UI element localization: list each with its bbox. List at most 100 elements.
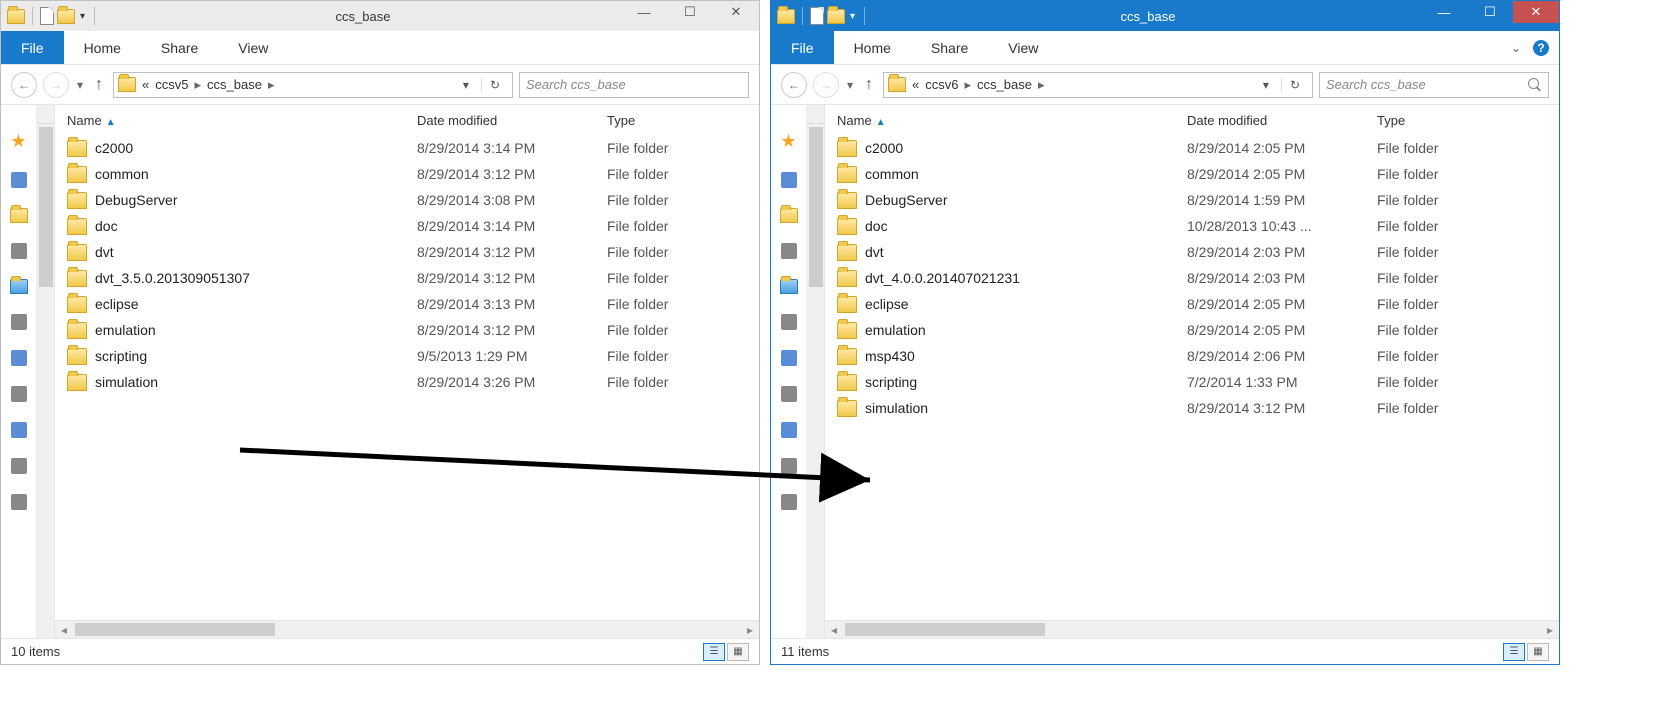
nav-item-icon[interactable] — [11, 243, 27, 259]
icons-view-button[interactable]: ▦ — [1527, 643, 1549, 661]
file-row[interactable]: DebugServer8/29/2014 3:08 PMFile folder — [55, 187, 759, 213]
help-icon[interactable]: ? — [1529, 31, 1553, 64]
column-headers[interactable]: Name▲ Date modified Type — [825, 105, 1559, 135]
file-row[interactable]: eclipse8/29/2014 2:05 PMFile folder — [825, 291, 1559, 317]
file-row[interactable]: doc8/29/2014 3:14 PMFile folder — [55, 213, 759, 239]
navpane-scrollbar[interactable] — [807, 105, 825, 638]
breadcrumb-box[interactable]: « ccsv6 ▸ ccs_base ▸ ▾ ↻ — [883, 72, 1313, 98]
breadcrumb-current[interactable]: ccs_base — [207, 77, 262, 92]
file-row[interactable]: dvt8/29/2014 3:12 PMFile folder — [55, 239, 759, 265]
file-row[interactable]: emulation8/29/2014 3:12 PMFile folder — [55, 317, 759, 343]
nav-item-icon[interactable] — [11, 350, 27, 366]
breadcrumb-parent[interactable]: ccsv6 — [925, 77, 958, 92]
chevron-right-icon[interactable]: ▸ — [268, 77, 275, 93]
file-row[interactable]: dvt8/29/2014 2:03 PMFile folder — [825, 239, 1559, 265]
nav-item-icon[interactable] — [11, 314, 27, 330]
share-tab[interactable]: Share — [141, 31, 218, 64]
nav-pane[interactable]: ★ — [1, 105, 37, 638]
file-row[interactable]: common8/29/2014 3:12 PMFile folder — [55, 161, 759, 187]
chevron-right-icon[interactable]: ▸ — [1038, 77, 1045, 93]
computer-icon[interactable] — [11, 458, 27, 474]
history-dropdown-icon[interactable]: ▾ — [75, 78, 85, 92]
nav-item-icon[interactable] — [781, 172, 797, 188]
file-row[interactable]: scripting9/5/2013 1:29 PMFile folder — [55, 343, 759, 369]
folder-icon[interactable] — [780, 208, 798, 223]
minimize-button[interactable]: — — [1421, 1, 1467, 23]
column-date-modified[interactable]: Date modified — [1175, 113, 1365, 128]
column-name[interactable]: Name▲ — [825, 113, 1175, 128]
qat-dropdown-icon[interactable]: ▾ — [78, 11, 87, 22]
file-row[interactable]: c20008/29/2014 2:05 PMFile folder — [825, 135, 1559, 161]
horizontal-scrollbar[interactable]: ◂ ▸ — [55, 620, 759, 638]
nav-item-icon[interactable] — [781, 386, 797, 402]
column-date-modified[interactable]: Date modified — [405, 113, 595, 128]
properties-icon[interactable] — [810, 7, 824, 25]
favorites-icon[interactable]: ★ — [10, 131, 26, 152]
chevron-right-icon[interactable]: ▸ — [195, 77, 202, 93]
file-row[interactable]: eclipse8/29/2014 3:13 PMFile folder — [55, 291, 759, 317]
titlebar[interactable]: ▾ ccs_base — ☐ ✕ — [771, 1, 1559, 31]
scroll-right-icon[interactable]: ▸ — [741, 621, 759, 638]
nav-pane[interactable]: ★ — [771, 105, 807, 638]
back-button[interactable]: ← — [11, 72, 37, 98]
folder-icon[interactable] — [10, 208, 28, 223]
chevron-right-icon[interactable]: ▸ — [965, 77, 972, 93]
refresh-button[interactable]: ↻ — [481, 78, 508, 92]
close-button[interactable]: ✕ — [1513, 1, 1559, 23]
titlebar[interactable]: ▾ ccs_base — ☐ ✕ — [1, 1, 759, 31]
file-row[interactable]: dvt_3.5.0.2013090513078/29/2014 3:12 PMF… — [55, 265, 759, 291]
nav-item-icon[interactable] — [781, 314, 797, 330]
column-type[interactable]: Type — [1365, 113, 1559, 128]
navpane-scrollbar[interactable] — [37, 105, 55, 638]
nav-item-icon[interactable] — [781, 350, 797, 366]
minimize-button[interactable]: — — [621, 1, 667, 23]
horizontal-scrollbar[interactable]: ◂ ▸ — [825, 620, 1559, 638]
file-row[interactable]: dvt_4.0.0.2014070212318/29/2014 2:03 PMF… — [825, 265, 1559, 291]
file-list[interactable]: c20008/29/2014 3:14 PMFile foldercommon8… — [55, 135, 759, 620]
new-folder-icon[interactable] — [57, 9, 75, 24]
libraries-icon[interactable] — [10, 279, 28, 294]
home-tab[interactable]: Home — [834, 31, 911, 64]
home-tab[interactable]: Home — [64, 31, 141, 64]
icons-view-button[interactable]: ▦ — [727, 643, 749, 661]
share-tab[interactable]: Share — [911, 31, 988, 64]
libraries-icon[interactable] — [780, 279, 798, 294]
close-button[interactable]: ✕ — [713, 1, 759, 23]
properties-icon[interactable] — [40, 7, 54, 25]
column-type[interactable]: Type — [595, 113, 759, 128]
ribbon-expand-icon[interactable]: ⌄ — [1503, 31, 1529, 64]
details-view-button[interactable]: ☰ — [703, 643, 725, 661]
forward-button[interactable]: → — [43, 72, 69, 98]
nav-item-icon[interactable] — [781, 243, 797, 259]
breadcrumb-box[interactable]: « ccsv5 ▸ ccs_base ▸ ▾ ↻ — [113, 72, 513, 98]
forward-button[interactable]: → — [813, 72, 839, 98]
scroll-right-icon[interactable]: ▸ — [1541, 621, 1559, 638]
file-row[interactable]: simulation8/29/2014 3:26 PMFile folder — [55, 369, 759, 395]
maximize-button[interactable]: ☐ — [667, 1, 713, 23]
up-button[interactable]: ↑ — [91, 76, 107, 94]
nav-item-icon[interactable] — [11, 386, 27, 402]
view-tab[interactable]: View — [218, 31, 288, 64]
details-view-button[interactable]: ☰ — [1503, 643, 1525, 661]
column-headers[interactable]: Name▲ Date modified Type — [55, 105, 759, 135]
breadcrumb-parent[interactable]: ccsv5 — [155, 77, 188, 92]
nav-item-icon[interactable] — [11, 494, 27, 510]
file-row[interactable]: scripting7/2/2014 1:33 PMFile folder — [825, 369, 1559, 395]
file-row[interactable]: simulation8/29/2014 3:12 PMFile folder — [825, 395, 1559, 421]
address-dropdown-icon[interactable]: ▾ — [1257, 78, 1275, 92]
scroll-left-icon[interactable]: ◂ — [55, 621, 73, 638]
nav-item-icon[interactable] — [11, 172, 27, 188]
search-input[interactable]: Search ccs_base — [519, 72, 749, 98]
new-folder-icon[interactable] — [827, 9, 845, 24]
column-name[interactable]: Name▲ — [55, 113, 405, 128]
favorites-icon[interactable]: ★ — [780, 131, 796, 152]
search-input[interactable]: Search ccs_base — [1319, 72, 1549, 98]
network-icon[interactable] — [781, 422, 797, 438]
maximize-button[interactable]: ☐ — [1467, 1, 1513, 23]
file-list[interactable]: c20008/29/2014 2:05 PMFile foldercommon8… — [825, 135, 1559, 620]
network-icon[interactable] — [11, 422, 27, 438]
up-button[interactable]: ↑ — [861, 76, 877, 94]
view-tab[interactable]: View — [988, 31, 1058, 64]
qat-dropdown-icon[interactable]: ▾ — [848, 11, 857, 22]
refresh-button[interactable]: ↻ — [1281, 78, 1308, 92]
